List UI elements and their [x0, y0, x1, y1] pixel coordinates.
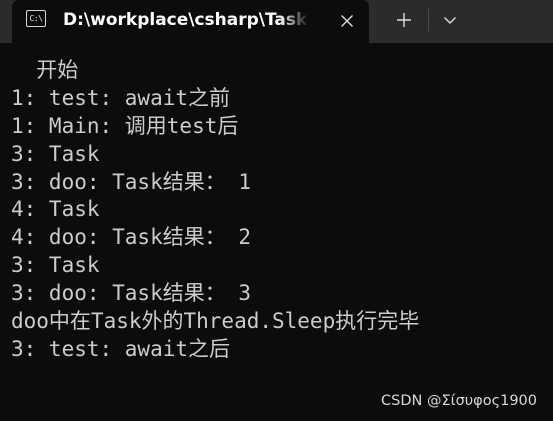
console-line: 开始	[11, 58, 79, 82]
console-line: 1: test: await之前	[11, 85, 231, 110]
terminal-window: C:\ D:\workplace\csharp\TaskTest 开始 1: t…	[0, 0, 553, 421]
tab-dropdown-button[interactable]	[435, 7, 465, 33]
console-output[interactable]: 开始 1: test: await之前 1: Main: 调用test后 3: …	[11, 57, 547, 364]
close-tab-button[interactable]	[334, 9, 360, 33]
console-line: 3: Task	[11, 141, 100, 166]
console-line: 3: doo: Task结果： 1	[11, 169, 252, 194]
tab-bar-divider	[428, 9, 429, 31]
console-line: 4: Task	[11, 197, 100, 222]
console-line: doo中在Task外的Thread.Sleep执行完毕	[11, 309, 420, 334]
console-line: 4: doo: Task结果： 2	[11, 225, 252, 250]
close-icon	[341, 15, 353, 27]
tab-title: D:\workplace\csharp\TaskTest	[63, 10, 309, 30]
console-line: 3: Task	[11, 253, 100, 278]
tab-active[interactable]: C:\ D:\workplace\csharp\TaskTest	[12, 0, 369, 43]
console-line: 3: doo: Task结果： 3	[11, 281, 252, 306]
console-line: 1: Main: 调用test后	[11, 113, 239, 138]
tab-bar: C:\ D:\workplace\csharp\TaskTest	[0, 0, 553, 43]
console-icon: C:\	[26, 10, 46, 27]
watermark: CSDN @Σίσυφος1900	[381, 393, 537, 409]
new-tab-button[interactable]	[389, 7, 419, 33]
plus-icon	[397, 13, 411, 27]
chevron-down-icon	[444, 16, 456, 24]
console-line: 3: test: await之后	[11, 336, 231, 361]
